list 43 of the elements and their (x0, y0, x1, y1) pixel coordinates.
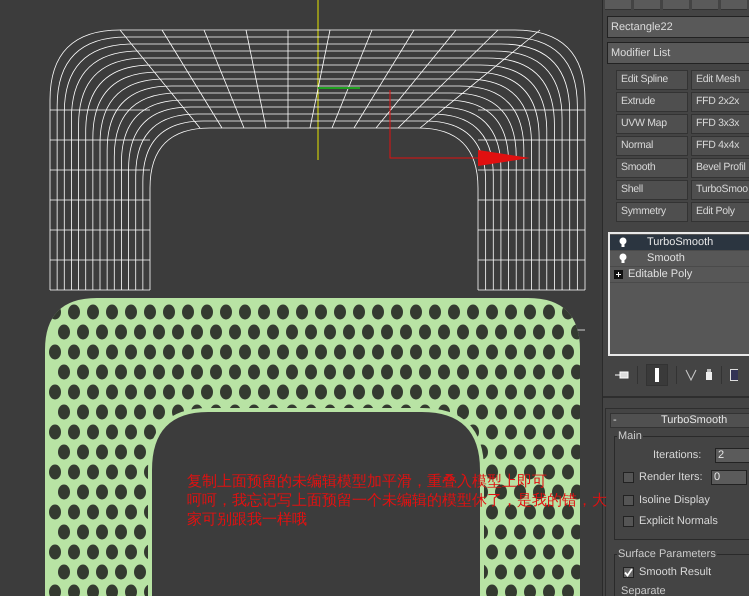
stack-item[interactable]: Editable Poly (610, 267, 749, 283)
modifier-button[interactable]: Normal (616, 136, 688, 156)
modifier-button[interactable]: Smooth (616, 158, 688, 178)
modifier-button[interactable]: Edit Poly (691, 202, 749, 222)
checkbox-label: Explicit Normals (639, 514, 718, 529)
bulb-icon[interactable] (619, 237, 627, 248)
stack-item[interactable]: TurboSmooth (610, 235, 749, 251)
modifier-button[interactable]: FFD 4x4x (691, 136, 749, 156)
chevron-icon[interactable] (685, 369, 697, 381)
checkbox[interactable] (623, 516, 634, 526)
bin-icon[interactable] (705, 369, 713, 381)
rollout-header[interactable]: - TurboSmooth (610, 413, 749, 428)
config-icon[interactable] (730, 369, 738, 381)
modifier-button[interactable]: FFD 2x2x (691, 92, 749, 112)
checkbox-label: Isoline Display (639, 492, 710, 508)
modifier-button[interactable]: Edit Mesh (691, 70, 749, 90)
modifier-button[interactable]: TurboSmoo (691, 180, 749, 200)
render-iters-label: Render Iters: (639, 470, 704, 485)
iterations-field[interactable]: 2 (715, 448, 749, 462)
modifier-button[interactable]: Edit Spline (616, 70, 688, 90)
checkbox[interactable] (623, 472, 634, 482)
stack-item[interactable]: Smooth (610, 251, 749, 267)
bar-icon (654, 368, 660, 382)
render-iters-field[interactable]: 0 (711, 470, 747, 484)
modifier-button[interactable]: Shell (616, 180, 688, 200)
show-end-result-button[interactable] (646, 364, 668, 386)
modifier-button[interactable]: UVW Map (616, 114, 688, 134)
modifier-button[interactable]: FFD 3x3x (691, 114, 749, 134)
checkbox[interactable] (623, 566, 634, 578)
object-name-field[interactable]: Rectangle22 (607, 16, 749, 38)
bulb-icon[interactable] (619, 253, 627, 264)
modifier-list-dropdown[interactable]: Modifier List (607, 42, 749, 64)
modifier-button[interactable]: Symmetry (616, 202, 688, 222)
modifier-button[interactable]: Extrude (616, 92, 688, 112)
pin-icon[interactable] (615, 370, 629, 380)
rollout-title: TurboSmooth (661, 414, 728, 427)
checkbox-label: Smooth Result (639, 564, 712, 580)
iterations-label: Iterations: (653, 448, 702, 463)
separate-label: Separate (621, 584, 667, 596)
modifier-button[interactable]: Bevel Profil (691, 158, 749, 178)
expand-icon[interactable] (614, 270, 623, 279)
checkbox[interactable] (623, 494, 634, 506)
collapse-toggle[interactable]: - (611, 414, 621, 427)
